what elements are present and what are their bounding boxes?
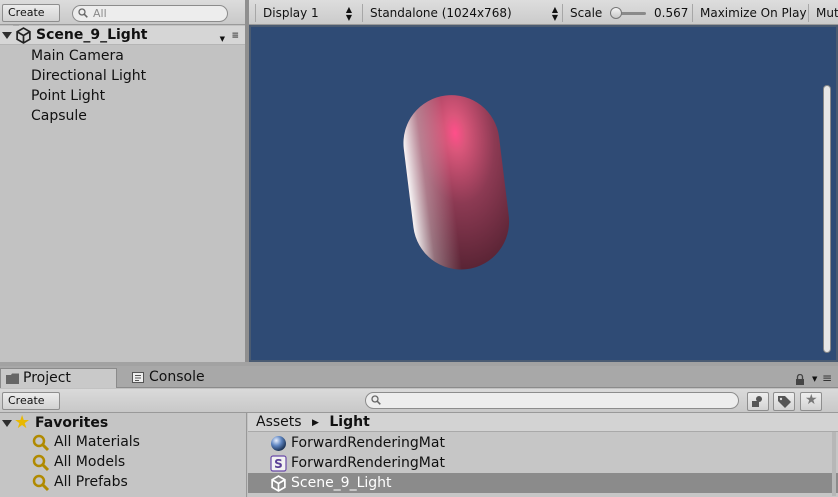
assets-scrollbar[interactable]	[832, 432, 836, 496]
hierarchy-toolbar: Create▼ All	[0, 0, 245, 33]
game-toolbar: Display 1 ▲ ▼ Standalone (1024x768) ▲ ▼ Sc…	[249, 0, 838, 25]
display-label: Display 1	[263, 6, 319, 20]
breadcrumb-assets[interactable]: Assets	[256, 414, 302, 430]
project-create-button[interactable]: Create▼	[2, 392, 60, 421]
hierarchy-create-button[interactable]: Create▼	[2, 4, 60, 33]
hierarchy-panel: Create▼ All Scene_9_Light ▼ ≡ Main Camer…	[0, 0, 245, 362]
scale-slider-thumb[interactable]	[610, 7, 622, 19]
console-icon	[132, 372, 144, 383]
mute-label: Mut	[816, 6, 838, 20]
hierarchy-item[interactable]: Capsule	[31, 106, 87, 126]
folder-icon	[6, 373, 19, 384]
search-by-label-button[interactable]	[773, 392, 795, 411]
search-folder-icon	[32, 434, 50, 452]
search-folder-icon	[32, 474, 50, 492]
maximize-on-play-toggle[interactable]: Maximize On Play	[692, 4, 808, 22]
resolution-dropdown[interactable]: Standalone (1024x768) ▲ ▼	[362, 4, 562, 22]
tab-project[interactable]: Project	[0, 368, 117, 388]
favorites-header[interactable]: Favorites	[35, 413, 108, 433]
favorite-item-label: All Prefabs	[54, 474, 128, 490]
tab-menu-caret-icon[interactable]: ▼	[812, 375, 817, 383]
updown-arrows-icon: ▲ ▼	[345, 5, 352, 22]
breadcrumb-separator-icon: ▶	[312, 418, 319, 428]
project-toolbar: Create▼ ★	[0, 389, 838, 421]
svg-text:S: S	[274, 457, 283, 471]
create-label: Create	[8, 6, 45, 19]
search-by-type-button[interactable]	[747, 392, 769, 411]
favorites-pane: ★ Favorites All Materials All Models All…	[0, 413, 247, 497]
lock-icon[interactable]	[795, 374, 805, 386]
asset-row[interactable]: S ForwardRenderingMat	[248, 453, 838, 473]
hierarchy-item[interactable]: Main Camera	[31, 46, 124, 66]
display-dropdown[interactable]: Display 1 ▲ ▼	[255, 4, 356, 22]
asset-name: ForwardRenderingMat	[291, 435, 445, 451]
favorite-item[interactable]: All Prefabs	[32, 472, 128, 492]
breadcrumb-light[interactable]: Light	[329, 414, 369, 430]
scale-control: Scale 0.567	[562, 4, 692, 22]
capsule-render	[403, 95, 510, 270]
star-icon: ★	[14, 412, 31, 433]
material-sphere-icon	[271, 436, 286, 451]
capsule-highlight	[403, 95, 510, 270]
maximize-label: Maximize On Play	[700, 6, 807, 20]
favorite-search-button[interactable]: ★	[800, 392, 822, 411]
scene-header[interactable]: Scene_9_Light ▼ ≡	[0, 26, 245, 45]
label-tag-icon	[778, 396, 791, 408]
updown-arrows-icon: ▲ ▼	[551, 5, 558, 22]
scene-menu-caret-icon[interactable]: ▼	[220, 30, 225, 49]
project-panel: Project Console ▼ ≡ Create▼ ★ ★ Favorite…	[0, 366, 838, 497]
hierarchy-item[interactable]: Point Light	[31, 86, 105, 106]
star-icon: ★	[805, 392, 818, 408]
search-icon	[78, 8, 88, 18]
tab-console[interactable]: Console	[127, 368, 227, 388]
tab-console-label: Console	[149, 369, 205, 385]
shader-icon: S	[270, 455, 287, 472]
asset-row-selected[interactable]: Scene_9_Light	[248, 473, 838, 493]
project-tab-bar: Project Console ▼ ≡	[0, 366, 838, 388]
search-folder-icon	[32, 454, 50, 472]
game-viewport[interactable]	[249, 25, 838, 362]
project-search-input[interactable]	[365, 392, 739, 409]
search-placeholder: All	[93, 7, 107, 20]
tab-options-icon[interactable]: ≡	[822, 371, 832, 385]
expand-arrow-icon[interactable]	[2, 420, 12, 427]
favorite-item[interactable]: All Materials	[32, 432, 140, 452]
favorite-item-label: All Materials	[54, 434, 140, 450]
filter-by-type-icon	[752, 396, 762, 407]
assets-pane: Assets ▶ Light ForwardRenderingMat S For…	[248, 413, 838, 497]
hierarchy-item[interactable]: Directional Light	[31, 66, 146, 86]
unity-scene-icon	[271, 475, 286, 492]
resolution-label: Standalone (1024x768)	[370, 6, 512, 20]
scene-name: Scene_9_Light	[36, 27, 148, 43]
tab-project-label: Project	[23, 370, 71, 386]
scale-label: Scale	[570, 6, 603, 20]
mute-audio-toggle[interactable]: Mut	[808, 4, 838, 22]
viewport-scrollbar[interactable]	[823, 85, 831, 353]
search-icon	[371, 395, 381, 405]
unity-scene-icon	[16, 27, 31, 44]
asset-name: Scene_9_Light	[291, 475, 392, 491]
expand-arrow-icon[interactable]	[2, 32, 12, 39]
create-label: Create	[8, 394, 45, 407]
breadcrumb: Assets ▶ Light	[248, 413, 838, 432]
scene-options-icon[interactable]: ≡	[231, 32, 239, 41]
scale-value: 0.567	[654, 6, 689, 20]
favorite-item-label: All Models	[54, 454, 126, 470]
favorite-item[interactable]: All Models	[32, 452, 126, 472]
hierarchy-search-input[interactable]: All	[72, 5, 228, 22]
game-view-panel: Display 1 ▲ ▼ Standalone (1024x768) ▲ ▼ Sc…	[249, 0, 838, 362]
asset-row[interactable]: ForwardRenderingMat	[248, 433, 838, 453]
asset-name: ForwardRenderingMat	[291, 455, 445, 471]
